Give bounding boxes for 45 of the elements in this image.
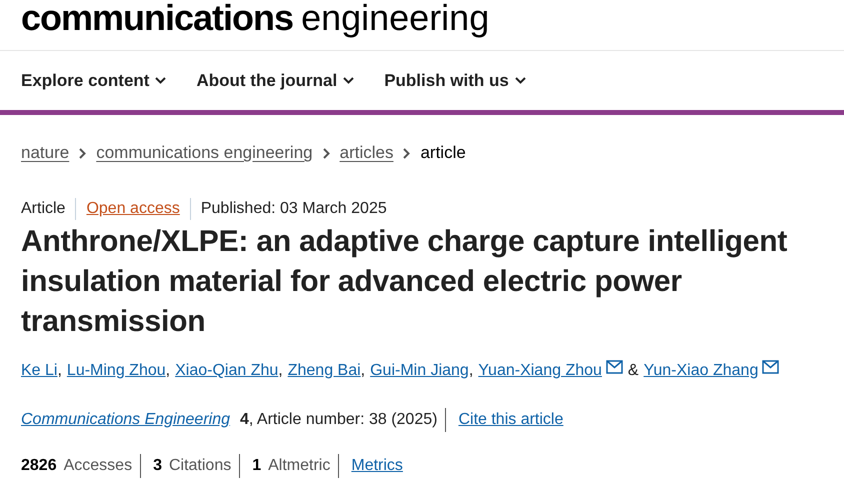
current-page-label: article	[420, 143, 466, 163]
metrics-link[interactable]: Metrics	[351, 457, 403, 475]
nav-menu-button[interactable]: Publish with us	[384, 70, 526, 90]
published-date: Published: 03 March 2025	[200, 200, 387, 218]
author-link[interactable]: Xiao-Qian Zhu	[175, 362, 278, 380]
nav-menu-button[interactable]: About the journal	[196, 70, 354, 90]
chevron-right-icon	[79, 148, 86, 158]
author-link[interactable]: Zheng Bai	[288, 362, 361, 380]
logo-wordmark[interactable]: communications	[21, 0, 294, 36]
nav-menu-button[interactable]: Explore content	[21, 70, 166, 90]
metric-name: Accesses	[64, 457, 132, 475]
article-type: Article	[21, 200, 66, 218]
cite-link[interactable]: Cite this article	[458, 411, 564, 429]
volume-number: 4	[240, 411, 249, 429]
envelope-icon[interactable]	[606, 360, 623, 374]
chevron-right-icon	[322, 148, 330, 158]
article-number: , Article number: 38 (2025)	[248, 411, 438, 429]
metric-name: Altmetric	[268, 457, 330, 475]
metric-count: 2826	[21, 457, 57, 475]
chevron-down-icon	[155, 77, 166, 84]
chevron-right-icon	[403, 148, 410, 158]
journal-link[interactable]: Communications Engineering	[21, 411, 230, 429]
author-link[interactable]: Gui-Min Jiang	[370, 362, 469, 380]
envelope-icon[interactable]	[762, 360, 780, 374]
author-link[interactable]: Lu-Ming Zhou	[66, 362, 166, 380]
author-separator: ,	[360, 362, 366, 380]
breadcrumb-link[interactable]: nature	[21, 143, 70, 163]
open-access-link[interactable]: Open access	[86, 200, 180, 218]
author-separator: ,	[468, 362, 474, 380]
author-separator: ,	[166, 362, 170, 380]
author-separator: ,	[278, 362, 283, 380]
metric-name: Citations	[168, 457, 232, 475]
author-link[interactable]: Yun-Xiao Zhang	[644, 362, 758, 380]
breadcrumb-link[interactable]: communications engineering	[96, 143, 313, 163]
article-title: Anthrone/XLPE: an adaptive charge capture intelligent insulation material for advanced electric power transmission	[21, 224, 788, 340]
logo-wordmark-light[interactable]: engineering	[301, 0, 490, 36]
author-link[interactable]: Yuan-Xiang Zhou	[478, 362, 602, 380]
author-link[interactable]: Ke Li	[21, 362, 58, 380]
chevron-down-icon	[343, 77, 354, 84]
metric-count: 3	[153, 457, 162, 475]
breadcrumb-link[interactable]: articles	[340, 143, 394, 163]
chevron-down-icon	[514, 77, 526, 84]
metric-count: 1	[252, 457, 262, 475]
author-separator: &	[628, 362, 639, 380]
author-separator: ,	[57, 362, 62, 380]
